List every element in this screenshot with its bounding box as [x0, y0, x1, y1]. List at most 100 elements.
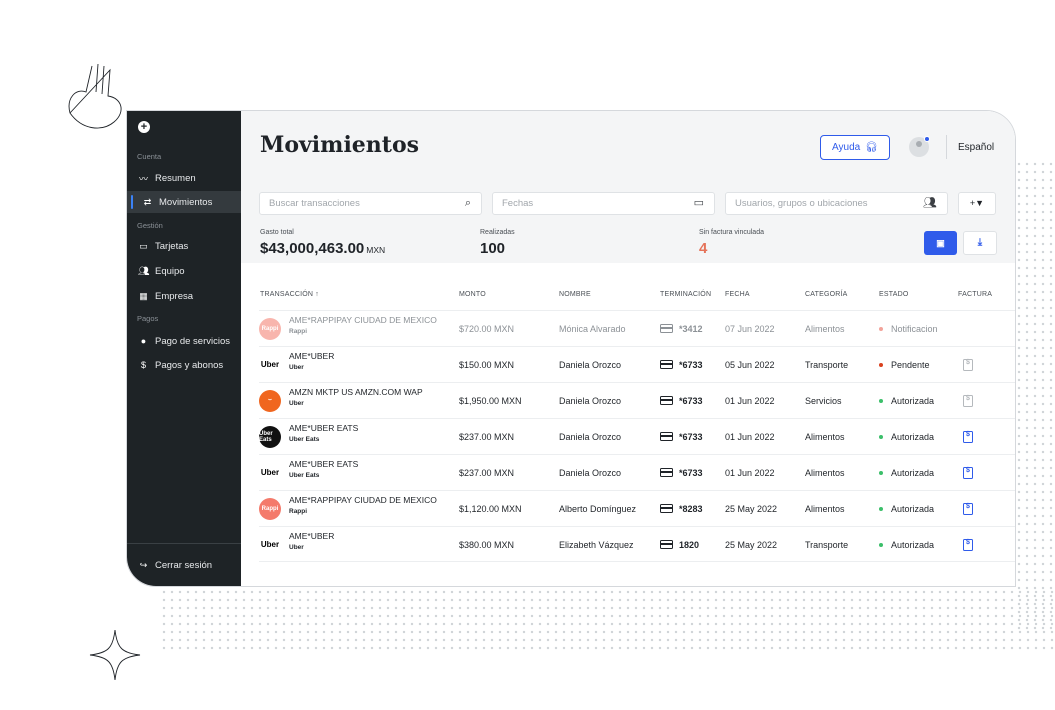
- invoice-document-icon[interactable]: [963, 394, 973, 407]
- merchant-cell: ⌣ AMZN MKTP US AMZN.COM WAP Uber: [259, 383, 423, 418]
- merchant-brand: Rappi: [289, 507, 308, 515]
- name-cell: Daniela Orozco: [559, 359, 622, 370]
- name-cell: Alberto Domínguez: [559, 503, 637, 514]
- column-header-fecha[interactable]: FECHA: [725, 291, 750, 298]
- excel-icon: ▣: [936, 238, 945, 248]
- users-icon: 👥︎: [923, 197, 937, 209]
- status-dot: [879, 362, 883, 367]
- logout-icon: ↪: [139, 559, 148, 570]
- amount-cell: $237.00 MXN: [459, 467, 515, 478]
- category-cell: Servicios: [805, 395, 842, 406]
- column-header-estado[interactable]: ESTADO: [879, 291, 908, 298]
- invoice-cell[interactable]: [963, 455, 973, 490]
- category-cell: Transporte: [805, 539, 849, 550]
- invoice-cell[interactable]: [963, 527, 973, 562]
- status-dot: [879, 326, 883, 331]
- sidebar-item-resumen[interactable]: 〰 Resumen: [127, 167, 241, 189]
- table-row[interactable]: Uber AME*UBER EATS Uber Eats $237.00 MXN Dan…: [259, 454, 1015, 490]
- name-cell: Elizabeth Vázquez: [559, 539, 634, 550]
- sidebar-item-pagos-abonos[interactable]: $ Pagos y abonos: [127, 354, 241, 376]
- merchant-name: AME*RAPPIPAY CIUDAD DE MEXICO: [289, 494, 437, 505]
- merchant-cell: Uber AME*UBER Uber: [259, 527, 334, 562]
- table-row[interactable]: ⌣ AMZN MKTP US AMZN.COM WAP Uber $1,950.00 …: [259, 382, 1015, 418]
- stat-total-value: $43,000,463.00 MXN: [260, 240, 386, 257]
- amount-cell: $1,120.00 MXN: [459, 503, 522, 514]
- table-row[interactable]: Uber AME*UBER Uber $380.00 MXN Elizabeth Váz…: [259, 526, 1015, 562]
- sidebar-item-equipo[interactable]: 👥︎ Equipo: [127, 260, 241, 282]
- add-filter-button[interactable]: +▼: [958, 192, 996, 215]
- merchant-brand: Uber Eats: [289, 435, 320, 443]
- help-button[interactable]: Ayuda 🎧︎: [820, 135, 890, 160]
- plus-circle-icon[interactable]: +: [138, 121, 150, 133]
- column-header-terminacion[interactable]: TERMINACIÓN: [660, 291, 711, 298]
- sidebar-item-pago-servicios[interactable]: ● Pago de servicios: [127, 330, 241, 352]
- card-termination-cell: *3412: [660, 311, 703, 346]
- app-window: + Cuenta 〰 Resumen ⇄ Movimientos Gestión ▭…: [126, 110, 1016, 587]
- status-dot: [879, 470, 883, 475]
- dollar-icon: $: [140, 360, 146, 370]
- merchant-brand: Uber: [289, 543, 304, 551]
- sidebar-item-movimientos[interactable]: ⇄ Movimientos: [127, 191, 241, 213]
- column-header-factura[interactable]: FACTURA: [958, 291, 992, 298]
- users-filter-input[interactable]: Usuarios, grupos o ubicaciones 👥︎: [725, 192, 948, 215]
- stat-noinvoice-label: Sin factura vinculada: [699, 229, 764, 236]
- merchant-logo: Rappi: [259, 317, 281, 340]
- column-header-transaccion[interactable]: TRANSACCIÓN ↑: [260, 291, 319, 298]
- invoice-cell[interactable]: [963, 419, 973, 454]
- table-row[interactable]: Rappi AME*RAPPIPAY CIUDAD DE MEXICO Rappi $…: [259, 310, 1015, 346]
- merchant-name: AME*UBER: [289, 350, 335, 361]
- merchant-logo: Uber: [259, 461, 281, 484]
- download-button[interactable]: ⤓: [963, 231, 997, 255]
- date-cell: 25 May 2022: [725, 503, 778, 514]
- language-selector[interactable]: Español: [958, 142, 994, 153]
- merchant-logo: Uber Eats: [259, 425, 281, 448]
- invoice-cell[interactable]: [963, 491, 973, 526]
- search-input[interactable]: Buscar transacciones ⌕: [259, 192, 482, 215]
- merchant-name: AME*UBER: [289, 530, 335, 541]
- table-row[interactable]: Rappi AME*RAPPIPAY CIUDAD DE MEXICO Rappi $…: [259, 490, 1015, 526]
- invoice-document-icon[interactable]: [963, 502, 973, 515]
- status-badge: Autorizada: [879, 527, 934, 562]
- amount-cell: $1,950.00 MXN: [459, 395, 522, 406]
- card-icon: [660, 396, 673, 405]
- building-icon: ▦: [139, 290, 148, 301]
- invoice-document-icon[interactable]: [963, 466, 973, 479]
- dates-input[interactable]: Fechas ▭: [492, 192, 715, 215]
- invoice-document-icon[interactable]: [963, 358, 973, 371]
- column-header-nombre[interactable]: NOMBRE: [559, 291, 591, 298]
- sparkle-illustration: [89, 629, 141, 681]
- merchant-name: AME*UBER EATS: [289, 458, 359, 469]
- logout-button[interactable]: ↪ Cerrar sesión: [127, 554, 241, 576]
- dot-pattern-bottom: [160, 588, 1055, 650]
- category-cell: Alimentos: [805, 467, 845, 478]
- card-termination-cell: 1820: [660, 527, 699, 562]
- category-cell: Alimentos: [805, 431, 845, 442]
- card-icon: ▭: [139, 240, 148, 251]
- invoice-document-icon[interactable]: [963, 538, 973, 551]
- avatar[interactable]: [909, 136, 930, 157]
- merchant-logo: Uber: [259, 533, 281, 556]
- name-cell: Daniela Orozco: [559, 467, 622, 478]
- card-icon: [660, 468, 673, 477]
- column-header-monto[interactable]: MONTO: [459, 291, 486, 298]
- stat-done-label: Realizadas: [480, 229, 515, 236]
- export-excel-button[interactable]: ▣: [924, 231, 957, 255]
- sidebar-item-empresa[interactable]: ▦ Empresa: [127, 285, 241, 307]
- dot-pattern-right: [1015, 160, 1055, 630]
- invoice-document-icon[interactable]: [963, 430, 973, 443]
- merchant-logo: Uber: [259, 353, 281, 376]
- status-dot: [879, 506, 883, 511]
- sidebar-item-tarjetas[interactable]: ▭ Tarjetas: [127, 235, 241, 257]
- invoice-cell[interactable]: [963, 347, 973, 382]
- column-header-categoria[interactable]: CATEGORÍA: [805, 291, 848, 298]
- calendar-icon: ▭: [693, 197, 704, 209]
- status-dot: [879, 398, 883, 403]
- merchant-name: AME*RAPPIPAY CIUDAD DE MEXICO: [289, 314, 437, 325]
- table-row[interactable]: Uber Eats AME*UBER EATS Uber Eats $237.00 M…: [259, 418, 1015, 454]
- table-row[interactable]: Uber AME*UBER Uber $150.00 MXN Daniela Orozc…: [259, 346, 1015, 382]
- invoice-cell[interactable]: [963, 383, 973, 418]
- merchant-brand: Uber: [289, 399, 304, 407]
- card-termination-cell: *6733: [660, 347, 703, 382]
- amount-cell: $380.00 MXN: [459, 539, 515, 550]
- amount-cell: $237.00 MXN: [459, 431, 515, 442]
